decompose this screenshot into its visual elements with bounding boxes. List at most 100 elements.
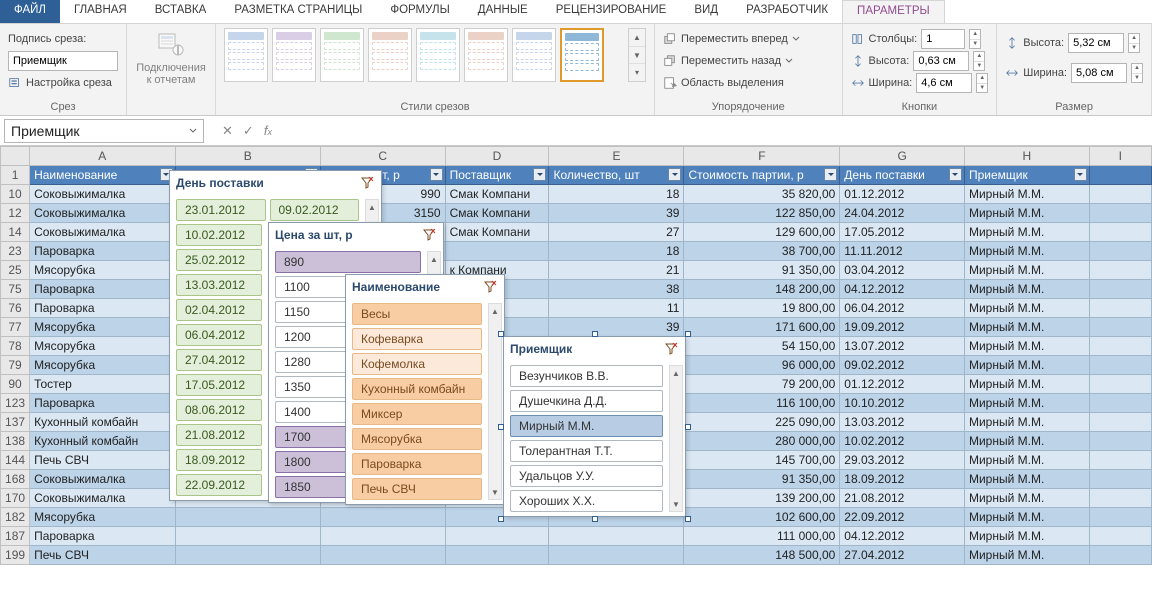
cell[interactable]: Мирный М.М.: [964, 489, 1089, 508]
tab-главная[interactable]: ГЛАВНАЯ: [60, 0, 141, 23]
slicer-item[interactable]: Печь СВЧ: [352, 478, 482, 500]
cell[interactable]: Мирный М.М.: [964, 470, 1089, 489]
cell[interactable]: 10.10.2012: [840, 394, 965, 413]
slicer-item[interactable]: Толерантная Т.Т.: [510, 440, 663, 462]
cell[interactable]: Мясорубка: [30, 508, 175, 527]
selection-pane-button[interactable]: Область выделения: [663, 72, 834, 94]
cell[interactable]: 06.04.2012: [840, 299, 965, 318]
style-thumb[interactable]: [464, 28, 508, 82]
cell[interactable]: [1089, 470, 1151, 489]
cell[interactable]: 24.04.2012: [840, 204, 965, 223]
tab-параметры[interactable]: ПАРАМЕТРЫ: [842, 0, 945, 23]
cell[interactable]: Мирный М.М.: [964, 451, 1089, 470]
select-all-corner[interactable]: [1, 147, 30, 166]
cell[interactable]: Печь СВЧ: [30, 451, 175, 470]
tab-вставка[interactable]: ВСТАВКА: [141, 0, 221, 23]
slicer-item[interactable]: 13.03.2012: [176, 274, 262, 296]
cell[interactable]: [1089, 337, 1151, 356]
cell[interactable]: Мясорубка: [30, 337, 175, 356]
row-header[interactable]: 75: [1, 280, 30, 299]
style-thumb[interactable]: [320, 28, 364, 82]
cell[interactable]: Мирный М.М.: [964, 432, 1089, 451]
cell[interactable]: 09.02.2012: [840, 356, 965, 375]
name-box[interactable]: Приемщик: [4, 119, 204, 143]
cell[interactable]: Мирный М.М.: [964, 337, 1089, 356]
cell[interactable]: Мирный М.М.: [964, 413, 1089, 432]
cell[interactable]: [320, 508, 445, 527]
cell[interactable]: Кухонный комбайн: [30, 432, 175, 451]
col-header[interactable]: C: [320, 147, 445, 166]
cell[interactable]: 54 150,00: [684, 337, 840, 356]
cell[interactable]: 35 820,00: [684, 185, 840, 204]
cell[interactable]: 21.08.2012: [840, 489, 965, 508]
cell[interactable]: 38: [549, 280, 684, 299]
cell[interactable]: 04.12.2012: [840, 527, 965, 546]
cell[interactable]: 10.02.2012: [840, 432, 965, 451]
slicer-style-gallery[interactable]: ▲▼▾: [224, 28, 646, 82]
cell[interactable]: 04.12.2012: [840, 280, 965, 299]
slicer-scrollbar[interactable]: ▲▼: [488, 303, 502, 500]
cell[interactable]: [1089, 489, 1151, 508]
cell[interactable]: Мирный М.М.: [964, 261, 1089, 280]
cell[interactable]: Мирный М.М.: [964, 394, 1089, 413]
cell[interactable]: 18: [549, 185, 684, 204]
cell[interactable]: [445, 527, 549, 546]
button-width-input[interactable]: [916, 73, 972, 93]
col-header[interactable]: D: [445, 147, 549, 166]
slicer-item[interactable]: Мирный М.М.: [510, 415, 663, 437]
slicer-receiver[interactable]: Приемщик Везунчиков В.В.Душечкина Д.Д.Ми…: [503, 336, 686, 517]
button-height-input[interactable]: [913, 51, 969, 71]
table-header-cell[interactable]: Поставщик: [445, 166, 549, 185]
cell[interactable]: 171 600,00: [684, 318, 840, 337]
slicer-item[interactable]: 21.08.2012: [176, 424, 262, 446]
cell[interactable]: Мирный М.М.: [964, 546, 1089, 565]
cell[interactable]: 27: [549, 223, 684, 242]
cell[interactable]: [1089, 280, 1151, 299]
slicer-item[interactable]: 10.02.2012: [176, 224, 262, 246]
tab-формулы[interactable]: ФОРМУЛЫ: [376, 0, 463, 23]
row-header[interactable]: 90: [1, 375, 30, 394]
cell[interactable]: Мирный М.М.: [964, 356, 1089, 375]
table-header-cell[interactable]: Стоимость партии, р: [684, 166, 840, 185]
cell[interactable]: Пароварка: [30, 242, 175, 261]
cell[interactable]: Мирный М.М.: [964, 318, 1089, 337]
slicer-item[interactable]: 06.04.2012: [176, 324, 262, 346]
cell[interactable]: [1089, 242, 1151, 261]
cell[interactable]: 96 000,00: [684, 356, 840, 375]
cell[interactable]: 19 800,00: [684, 299, 840, 318]
slicer-scrollbar[interactable]: ▲▼: [669, 365, 683, 512]
fx-button[interactable]: fx: [264, 123, 272, 139]
style-thumb[interactable]: [416, 28, 460, 82]
cell[interactable]: 03.04.2012: [840, 261, 965, 280]
cell[interactable]: Мирный М.М.: [964, 280, 1089, 299]
send-backward-button[interactable]: Переместить назад: [663, 50, 834, 72]
cell[interactable]: Смак Компани: [445, 185, 549, 204]
row-header[interactable]: 182: [1, 508, 30, 527]
slicer-item[interactable]: 27.04.2012: [176, 349, 262, 371]
cell[interactable]: Мирный М.М.: [964, 223, 1089, 242]
cell[interactable]: 91 350,00: [684, 261, 840, 280]
cell[interactable]: [445, 242, 549, 261]
cell[interactable]: 102 600,00: [684, 508, 840, 527]
row-header[interactable]: 25: [1, 261, 30, 280]
row-header[interactable]: 168: [1, 470, 30, 489]
row-header[interactable]: 187: [1, 527, 30, 546]
style-thumb[interactable]: [272, 28, 316, 82]
filter-dropdown-icon[interactable]: [1074, 168, 1087, 181]
columns-spinner[interactable]: ▲▼: [969, 29, 981, 49]
cell[interactable]: 01.12.2012: [840, 375, 965, 394]
report-connections-button[interactable]: Подключения к отчетам: [135, 28, 207, 86]
row-header[interactable]: 79: [1, 356, 30, 375]
cell[interactable]: Мирный М.М.: [964, 375, 1089, 394]
tab-файл[interactable]: ФАЙЛ: [0, 0, 60, 23]
filter-dropdown-icon[interactable]: [668, 168, 681, 181]
cell[interactable]: 91 350,00: [684, 470, 840, 489]
cell[interactable]: Мясорубка: [30, 261, 175, 280]
filter-dropdown-icon[interactable]: [533, 168, 546, 181]
cell[interactable]: [549, 546, 684, 565]
slicer-item[interactable]: Миксер: [352, 403, 482, 425]
row-header[interactable]: 138: [1, 432, 30, 451]
cell[interactable]: [1089, 527, 1151, 546]
cell[interactable]: 122 850,00: [684, 204, 840, 223]
row-header[interactable]: 123: [1, 394, 30, 413]
